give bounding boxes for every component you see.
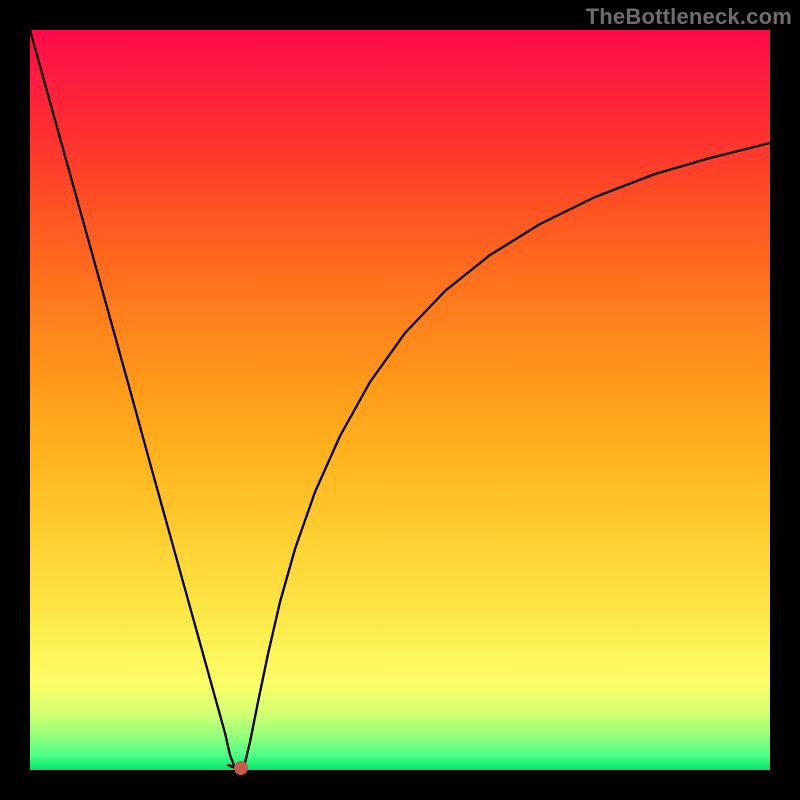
bottleneck-curve [30,30,770,770]
frame: TheBottleneck.com [0,0,800,800]
curve-path [30,30,770,768]
watermark-text: TheBottleneck.com [586,4,792,30]
plot-area [30,30,770,770]
minimum-marker-dot [234,761,248,775]
